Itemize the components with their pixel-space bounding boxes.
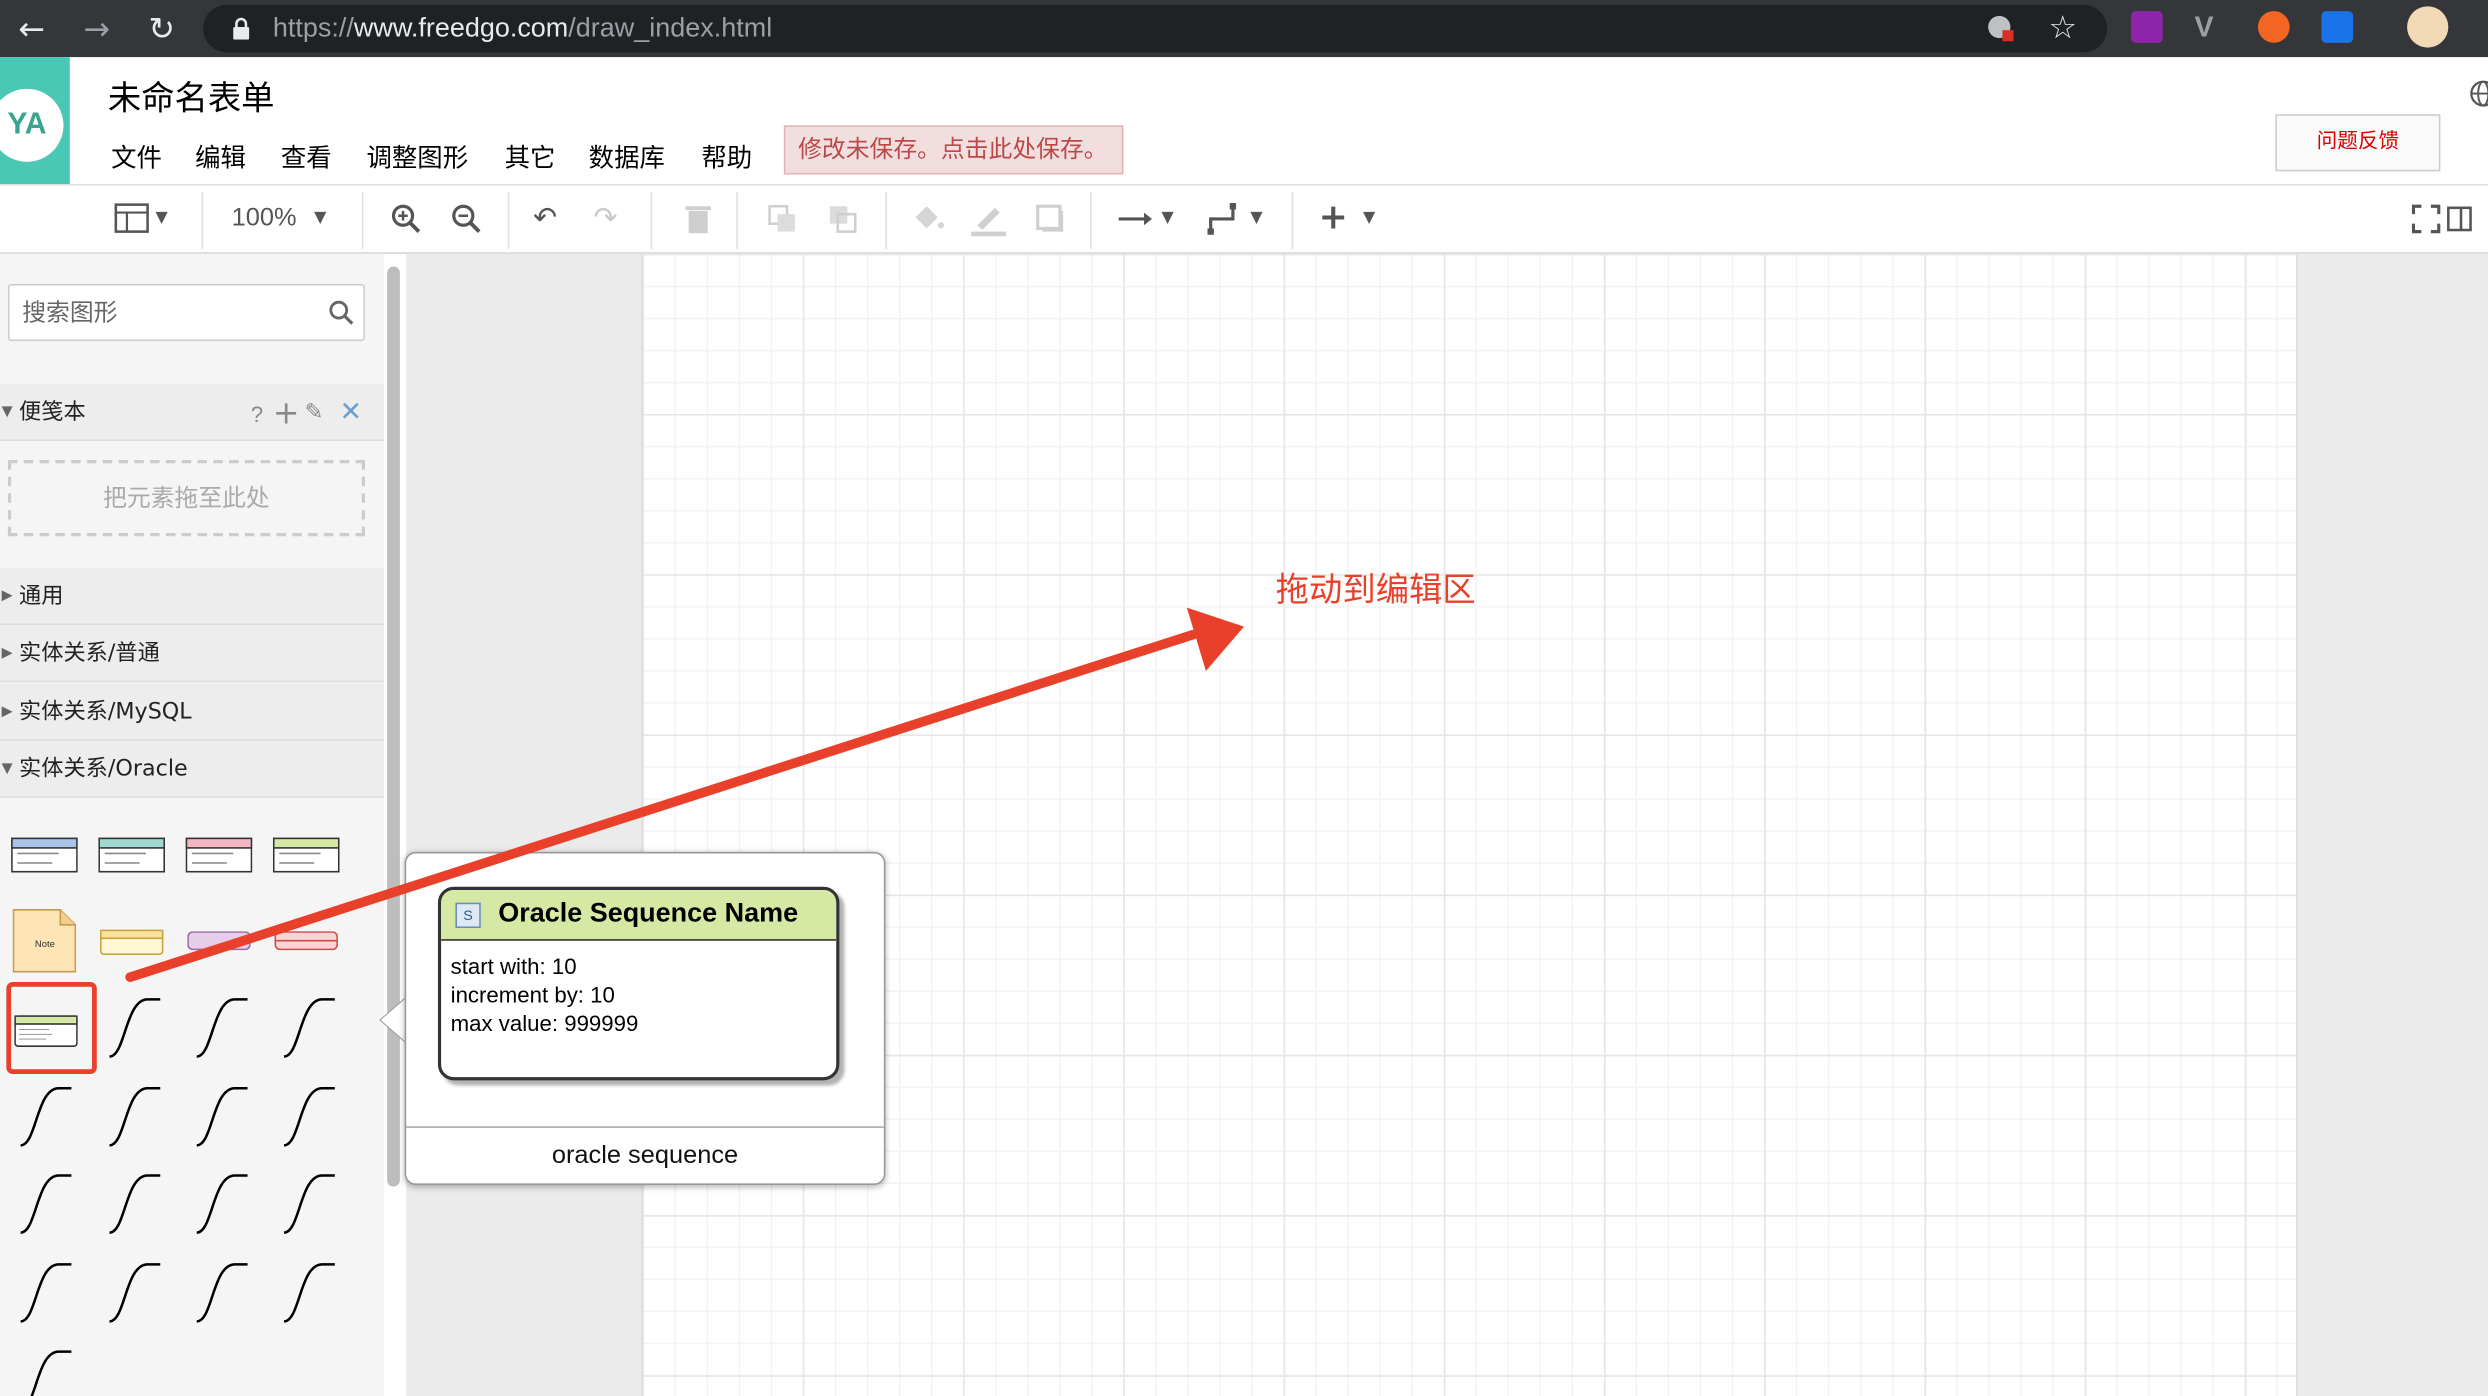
drag-arrow-annotation xyxy=(125,607,1244,982)
app-root: ← → ↻ https://www.freedgo.com/draw_index… xyxy=(0,0,2488,1396)
